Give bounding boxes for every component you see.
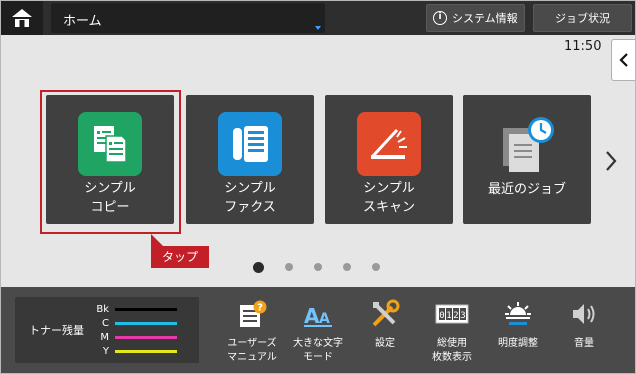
brightness-icon [485,299,551,329]
toner-bar [115,349,177,353]
volume-icon [551,299,617,329]
top-bar: ホーム i システム情報 ジョブ状況 [1,1,635,35]
home-button[interactable] [1,1,43,35]
scan-icon [357,112,421,176]
toner-row-y: Y [93,345,177,357]
svg-text:A: A [304,304,320,328]
callout-pointer [151,234,163,246]
side-panel-tab[interactable] [611,39,635,81]
system-info-button[interactable]: i システム情報 [426,4,525,32]
tile-simple-scan[interactable]: シンプル スキャン [325,95,453,224]
page-dot[interactable] [314,263,322,271]
tap-highlight-frame [40,90,181,234]
volume-button[interactable]: 音量 [551,293,617,369]
recent-jobs-icon [495,112,559,176]
page-dot[interactable] [372,263,380,271]
svg-text:3: 3 [460,311,465,321]
svg-text:?: ? [257,303,263,314]
total-count-button[interactable]: 0 1 2 3 総使用 枚数表示 [419,293,485,369]
tool-label: 大きな文字 モード [293,338,343,363]
toner-row-c: C [93,317,177,329]
page-dot[interactable] [285,263,293,271]
svg-text:0: 0 [439,311,444,321]
svg-text:1: 1 [446,311,451,321]
toner-bar [115,335,177,339]
info-icon: i [433,11,447,25]
screen-title: ホーム [63,14,102,29]
tile-recent-jobs[interactable]: 最近のジョブ [463,95,591,224]
user-manual-icon: ? [219,299,285,329]
toner-bar [115,321,177,325]
settings-icon [352,299,418,329]
job-status-label: ジョブ状況 [555,12,610,25]
system-info-label: システム情報 [452,12,518,25]
tile-label: シンプル スキャン [362,181,415,215]
job-status-button[interactable]: ジョブ状況 [533,4,632,32]
next-page-button[interactable] [600,147,622,175]
home-icon [12,9,32,27]
large-text-icon: A A [285,299,351,329]
tile-label: シンプル ファクス [224,181,276,215]
tile-simple-fax[interactable]: シンプル ファクス [186,95,314,224]
chevron-right-icon [606,151,617,171]
svg-text:2: 2 [453,311,458,321]
brightness-button[interactable]: 明度調整 [485,293,551,369]
bottom-bar: トナー残量 Bk C M Y ? ユーザーズ マニュアル A A 大きな文字 モ… [1,287,635,373]
page-dot[interactable] [253,261,264,273]
clock: 11:50 [564,39,602,54]
large-text-mode-button[interactable]: A A 大きな文字 モード [285,293,351,369]
toner-bar [115,307,177,311]
user-manual-button[interactable]: ? ユーザーズ マニュアル [219,293,285,369]
settings-button[interactable]: 設定 [352,293,418,369]
tool-label: 総使用 枚数表示 [432,338,472,363]
tool-label: 音量 [574,338,594,349]
caret-icon [315,26,321,30]
toner-level-panel[interactable]: トナー残量 Bk C M Y [15,297,199,363]
page-dot[interactable] [343,263,351,271]
tap-callout: タップ [151,246,209,268]
tool-label: 設定 [375,338,395,349]
fax-icon [218,112,282,176]
svg-text:A: A [319,311,330,327]
toner-row-bk: Bk [93,303,177,315]
toner-row-m: M [93,331,177,343]
tile-label: 最近のジョブ [487,182,566,197]
counter-icon: 0 1 2 3 [419,299,485,329]
screen: ホーム i システム情報 ジョブ状況 11:50 シンプル コピー シンプル フ… [0,0,636,374]
screen-title-field[interactable]: ホーム [51,3,325,33]
tool-label: ユーザーズ マニュアル [227,338,277,363]
toner-title: トナー残量 [29,324,84,337]
tool-label: 明度調整 [498,338,538,349]
chevron-left-icon [618,53,628,67]
page-indicator [253,261,401,273]
